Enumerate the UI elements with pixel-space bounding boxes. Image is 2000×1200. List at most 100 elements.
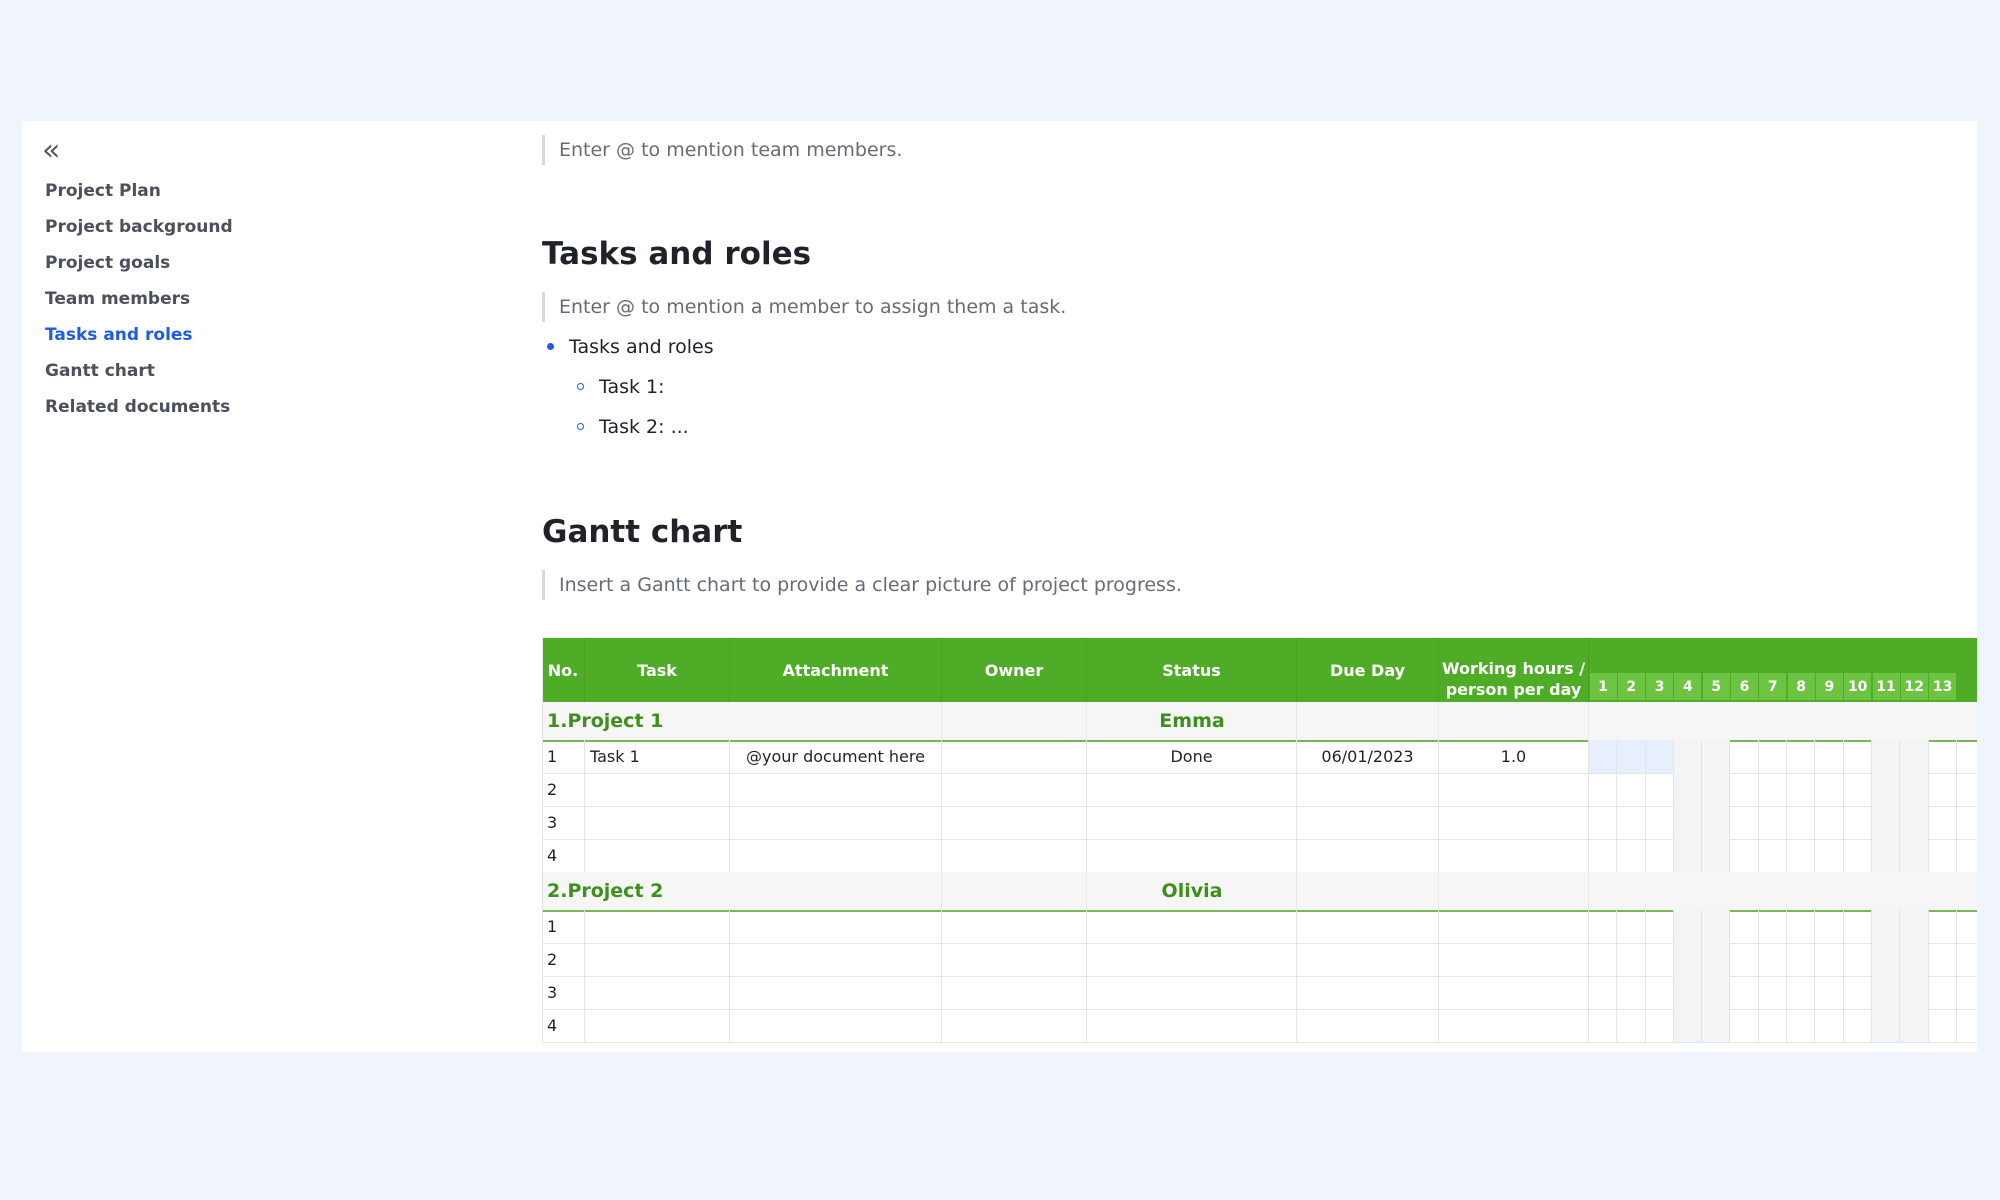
cell-hours[interactable]	[1439, 976, 1589, 1009]
cell-status[interactable]	[1087, 773, 1297, 806]
day-cell-10[interactable]	[1844, 773, 1872, 806]
cell-task[interactable]	[585, 943, 730, 976]
day-cell-10[interactable]	[1844, 943, 1872, 976]
day-cell-4[interactable]	[1673, 910, 1703, 943]
table-row[interactable]: 2	[542, 773, 1977, 807]
day-cell-6[interactable]	[1731, 740, 1759, 773]
cell-owner[interactable]	[942, 910, 1087, 943]
day-cell-13[interactable]	[1929, 943, 1957, 976]
day-header-9[interactable]: 9	[1815, 673, 1843, 700]
day-cell-2[interactable]	[1617, 1009, 1646, 1042]
day-cell-6[interactable]	[1731, 839, 1759, 872]
day-header-6[interactable]: 6	[1731, 673, 1758, 700]
column-header-task[interactable]: Task	[585, 638, 730, 702]
day-cell-6[interactable]	[1731, 773, 1759, 806]
day-header-13[interactable]: 13	[1929, 673, 1957, 700]
cell-task[interactable]	[585, 910, 730, 943]
day-cell-10[interactable]	[1844, 806, 1872, 839]
column-header-attachment[interactable]: Attachment	[730, 638, 942, 702]
day-cell-5[interactable]	[1702, 1009, 1731, 1042]
cell-due[interactable]	[1297, 806, 1439, 839]
cell-due[interactable]	[1297, 773, 1439, 806]
cell-no[interactable]: 3	[542, 976, 585, 1009]
cell-task[interactable]	[585, 806, 730, 839]
day-cell-4[interactable]	[1673, 943, 1703, 976]
day-cell-11[interactable]	[1872, 773, 1901, 806]
cell-hours[interactable]	[1439, 839, 1589, 872]
cell-no[interactable]: 2	[542, 773, 585, 806]
day-cell-11[interactable]	[1872, 1009, 1901, 1042]
cell-attachment[interactable]	[730, 839, 942, 872]
day-header-11[interactable]: 11	[1872, 673, 1900, 700]
cell-status[interactable]	[1087, 910, 1297, 943]
day-cell-13[interactable]	[1929, 910, 1957, 943]
cell-hours[interactable]	[1439, 773, 1589, 806]
day-cell-4[interactable]	[1673, 740, 1703, 773]
bullet-tasks-and-roles[interactable]: Tasks and roles	[547, 332, 714, 362]
cell-owner[interactable]	[942, 1009, 1087, 1042]
cell-hours[interactable]	[1439, 910, 1589, 943]
cell-due[interactable]	[1297, 943, 1439, 976]
day-cell-6[interactable]	[1731, 806, 1759, 839]
day-cell-2[interactable]	[1617, 773, 1646, 806]
day-cell-7[interactable]	[1759, 839, 1788, 872]
day-cell-1[interactable]	[1589, 806, 1618, 839]
day-cell-2[interactable]	[1617, 740, 1646, 773]
day-header-10[interactable]: 10	[1844, 673, 1872, 700]
cell-no[interactable]: 4	[542, 1009, 585, 1042]
day-cell-1[interactable]	[1589, 740, 1618, 773]
cell-attachment[interactable]	[730, 910, 942, 943]
day-cell-13[interactable]	[1929, 773, 1957, 806]
cell-due[interactable]	[1297, 976, 1439, 1009]
cell-no[interactable]: 1	[542, 910, 585, 943]
day-cell-7[interactable]	[1759, 910, 1788, 943]
table-row[interactable]: 1 Task 1 @your document here Done 06/01/2023…	[542, 740, 1977, 774]
toc-item-project-goals[interactable]: Project goals	[45, 245, 233, 281]
day-cell-11[interactable]	[1872, 943, 1901, 976]
cell-status[interactable]	[1087, 943, 1297, 976]
table-row[interactable]: 2	[542, 943, 1977, 977]
day-cell-3[interactable]	[1645, 740, 1674, 773]
day-cell-6[interactable]	[1731, 943, 1759, 976]
day-cell-3[interactable]	[1646, 773, 1674, 806]
cell-task[interactable]	[585, 976, 730, 1009]
day-cell-5[interactable]	[1702, 976, 1731, 1009]
day-cell-7[interactable]	[1759, 773, 1788, 806]
day-cell-4[interactable]	[1673, 806, 1703, 839]
table-row[interactable]: 4	[542, 839, 1977, 873]
column-header-owner[interactable]: Owner	[942, 638, 1087, 702]
table-row[interactable]: 1	[542, 910, 1977, 944]
cell-owner[interactable]	[942, 976, 1087, 1009]
day-header-1[interactable]: 1	[1589, 673, 1617, 700]
day-cell-11[interactable]	[1872, 839, 1901, 872]
day-cell-4[interactable]	[1673, 839, 1703, 872]
day-cell-10[interactable]	[1844, 910, 1872, 943]
day-header-5[interactable]: 5	[1702, 673, 1730, 700]
day-cell-1[interactable]	[1589, 1009, 1618, 1042]
day-cell-8[interactable]	[1787, 740, 1816, 773]
day-cell-2[interactable]	[1617, 943, 1646, 976]
cell-status[interactable]	[1087, 1009, 1297, 1042]
cell-attachment[interactable]	[730, 806, 942, 839]
day-cell-12[interactable]	[1900, 773, 1929, 806]
day-cell-6[interactable]	[1731, 910, 1759, 943]
day-cell-13[interactable]	[1929, 740, 1957, 773]
day-cell-5[interactable]	[1702, 740, 1731, 773]
cell-attachment[interactable]	[730, 1009, 942, 1042]
day-cell-11[interactable]	[1872, 976, 1901, 1009]
day-header-7[interactable]: 7	[1759, 673, 1787, 700]
day-cell-3[interactable]	[1646, 839, 1674, 872]
day-cell-1[interactable]	[1589, 976, 1618, 1009]
column-header-status[interactable]: Status	[1087, 638, 1297, 702]
toc-item-related-documents[interactable]: Related documents	[45, 389, 233, 425]
day-cell-9[interactable]	[1815, 910, 1844, 943]
day-cell-11[interactable]	[1872, 910, 1901, 943]
cell-attachment[interactable]	[730, 943, 942, 976]
day-cell-7[interactable]	[1759, 740, 1788, 773]
day-cell-12[interactable]	[1900, 943, 1929, 976]
team-members-placeholder[interactable]: Enter @ to mention team members.	[542, 135, 902, 165]
toc-item-tasks-and-roles[interactable]: Tasks and roles	[45, 317, 233, 353]
day-cell-12[interactable]	[1900, 740, 1929, 773]
day-cell-8[interactable]	[1787, 839, 1816, 872]
sub-bullet-task-2[interactable]: Task 2: ...	[577, 412, 689, 442]
